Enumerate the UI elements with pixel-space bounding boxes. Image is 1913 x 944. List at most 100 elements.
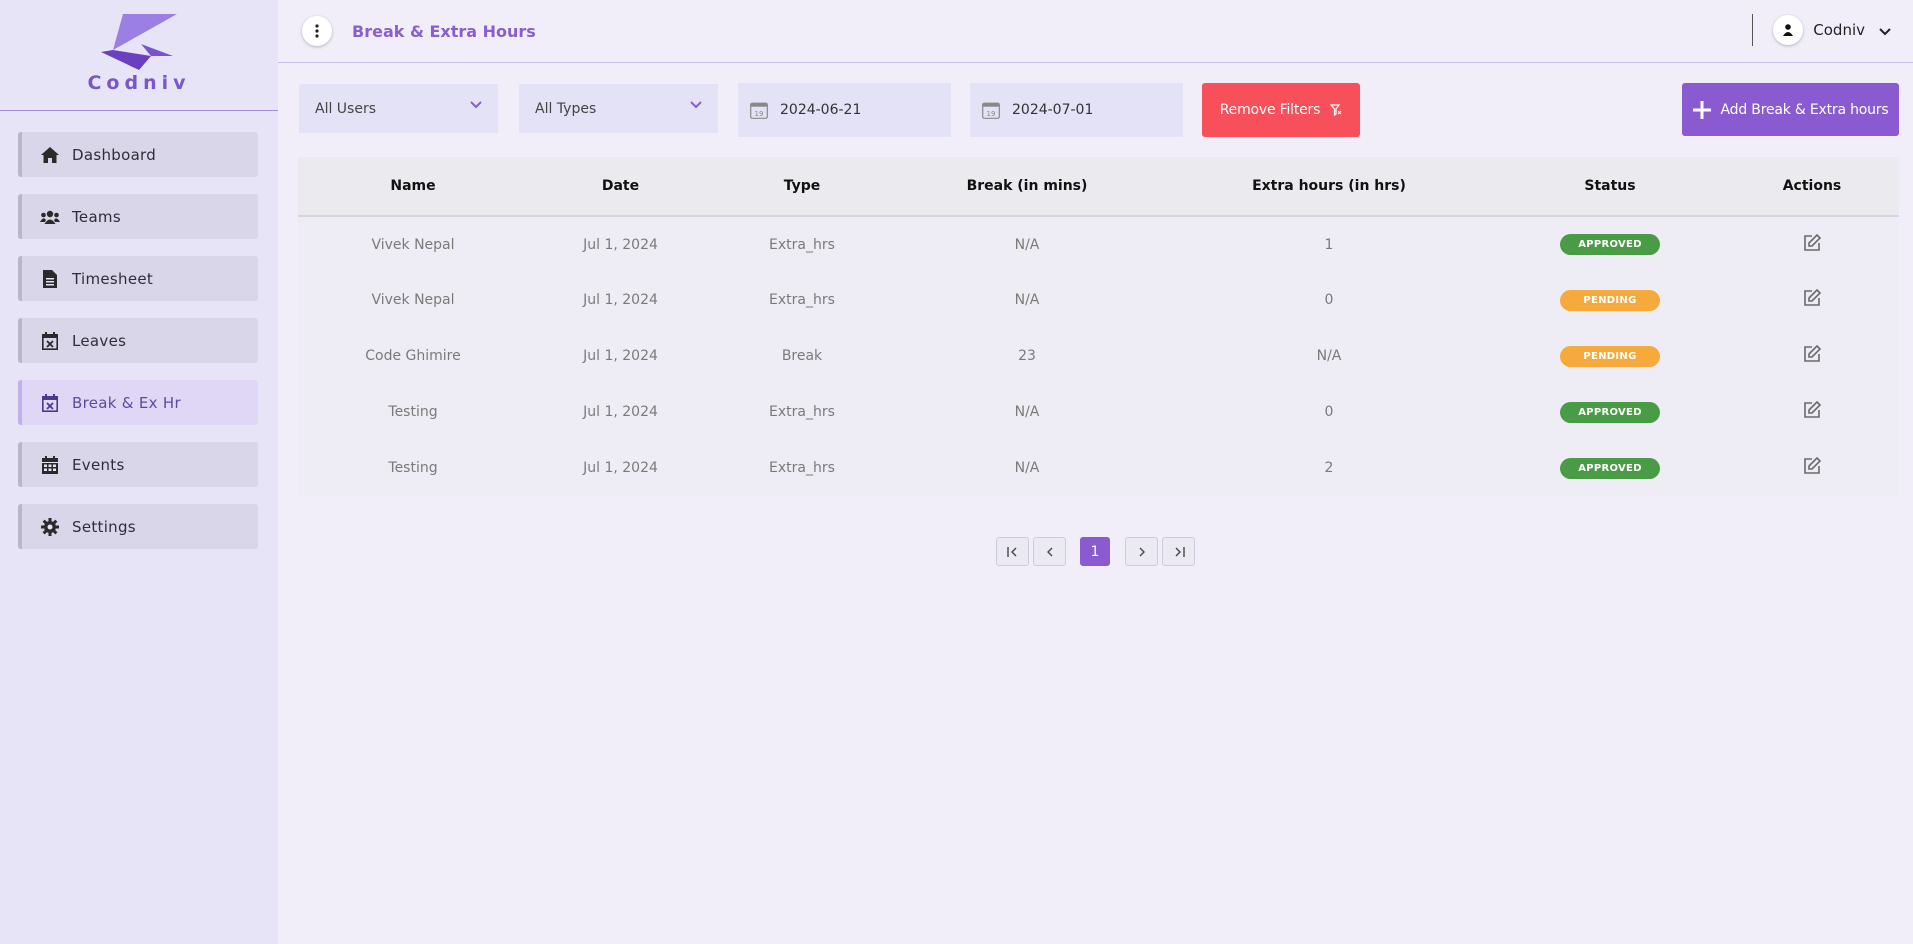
edit-icon[interactable] — [1803, 289, 1821, 307]
last-page-icon — [1175, 546, 1185, 557]
sidebar-item-events[interactable]: Events — [18, 442, 258, 487]
table-row: Vivek Nepal Jul 1, 2024 Extra_hrs N/A 0 … — [298, 272, 1899, 328]
svg-text:19: 19 — [755, 110, 764, 118]
status-badge: PENDING — [1560, 289, 1660, 311]
first-page-button[interactable] — [996, 537, 1029, 566]
chevron-right-icon — [1139, 547, 1145, 556]
end-date-input[interactable]: 19 2024-07-01 — [970, 83, 1183, 137]
table-row: Code Ghimire Jul 1, 2024 Break 23 N/A PE… — [298, 328, 1899, 384]
sidebar-item-leaves[interactable]: Leaves — [18, 318, 258, 363]
table-row: Testing Jul 1, 2024 Extra_hrs N/A 0 APPR… — [298, 384, 1899, 440]
edit-icon[interactable] — [1803, 233, 1821, 252]
user-name[interactable]: Codniv — [1813, 21, 1865, 39]
top-header: Break & Extra Hours Codniv — [278, 0, 1913, 63]
status-badge: APPROVED — [1560, 234, 1660, 255]
chevron-down-icon[interactable] — [1879, 21, 1891, 40]
user-icon — [1783, 24, 1794, 36]
page-number-button[interactable]: 1 — [1080, 537, 1110, 566]
calendar-x-icon — [40, 331, 60, 351]
page-title: Break & Extra Hours — [352, 21, 536, 41]
cell-date: Jul 1, 2024 — [583, 404, 658, 420]
table-row: Vivek Nepal Jul 1, 2024 Extra_hrs N/A 1 … — [298, 216, 1899, 272]
column-header[interactable]: Type — [713, 157, 891, 216]
sidebar-item-break-ex-hr[interactable]: Break & Ex Hr — [18, 380, 258, 425]
sidebar-item-label: Teams — [72, 207, 121, 226]
calendar-icon — [40, 455, 60, 475]
column-header[interactable]: Extra hours (in hrs) — [1163, 157, 1495, 216]
end-date-value: 2024-07-01 — [1012, 102, 1094, 118]
edit-icon[interactable] — [1803, 345, 1821, 363]
kebab-icon — [315, 24, 319, 38]
start-date-input[interactable]: 19 2024-06-21 — [738, 83, 951, 137]
cell-extra: 0 — [1324, 404, 1334, 420]
sidebar: Codniv Dashboard Teams Timesheet Leaves — [0, 0, 278, 944]
cell-break: N/A — [1014, 404, 1040, 420]
calendar-x-icon — [40, 393, 60, 413]
column-header[interactable]: Status — [1495, 157, 1725, 216]
sidebar-item-label: Events — [72, 455, 125, 474]
add-break-extra-label: Add Break & Extra hours — [1720, 101, 1889, 118]
add-break-extra-button[interactable]: Add Break & Extra hours — [1682, 83, 1899, 136]
remove-filters-button[interactable]: Remove Filters — [1202, 83, 1360, 137]
table-header-row: Name Date Type Break (in mins) Extra hou… — [298, 157, 1899, 216]
next-page-button[interactable] — [1125, 537, 1158, 566]
cell-name: Vivek Nepal — [371, 236, 455, 253]
column-header[interactable]: Break (in mins) — [891, 157, 1163, 216]
sidebar-item-dashboard[interactable]: Dashboard — [18, 132, 258, 177]
type-select[interactable]: All Types — [519, 84, 718, 133]
prev-page-button[interactable] — [1033, 537, 1066, 566]
column-header[interactable]: Date — [528, 157, 713, 216]
first-page-icon — [1006, 546, 1016, 557]
last-page-button[interactable] — [1162, 537, 1195, 566]
cell-name: Code Ghimire — [365, 348, 461, 364]
gear-icon — [40, 517, 60, 537]
sidebar-item-settings[interactable]: Settings — [18, 504, 258, 549]
cell-date: Jul 1, 2024 — [583, 292, 658, 308]
brand-name: Codniv — [87, 72, 191, 94]
user-menu: Codniv — [1752, 14, 1891, 46]
break-extra-table: Name Date Type Break (in mins) Extra hou… — [298, 157, 1899, 496]
sidebar-item-label: Settings — [72, 517, 136, 536]
cell-type: Extra_hrs — [769, 236, 835, 253]
brand: Codniv — [0, 0, 278, 111]
user-select-value: All Users — [315, 100, 377, 117]
sidebar-item-label: Leaves — [72, 331, 127, 350]
cell-break: N/A — [1014, 460, 1040, 476]
status-badge: APPROVED — [1560, 401, 1660, 423]
cell-name: Testing — [388, 460, 438, 476]
users-icon — [40, 207, 60, 227]
cell-break: N/A — [1014, 292, 1040, 308]
calendar-icon: 19 — [750, 102, 768, 119]
status-badge: PENDING — [1560, 345, 1660, 367]
edit-icon[interactable] — [1803, 457, 1821, 475]
plus-icon — [1692, 100, 1711, 119]
avatar[interactable] — [1773, 15, 1804, 45]
sidebar-item-label: Break & Ex Hr — [72, 393, 181, 412]
type-select-value: All Types — [535, 100, 597, 117]
cell-type: Extra_hrs — [769, 292, 835, 308]
sidebar-item-label: Timesheet — [72, 269, 154, 288]
header-divider — [1752, 14, 1754, 46]
cell-type: Break — [781, 348, 823, 364]
cell-type: Extra_hrs — [769, 460, 835, 476]
sidebar-item-timesheet[interactable]: Timesheet — [18, 256, 258, 301]
cell-extra: N/A — [1316, 348, 1342, 364]
filter-off-icon — [1330, 104, 1342, 116]
cell-extra: 1 — [1324, 236, 1334, 253]
column-header[interactable]: Name — [298, 157, 528, 216]
cell-name: Vivek Nepal — [371, 292, 455, 308]
edit-icon[interactable] — [1803, 401, 1821, 419]
more-menu-button[interactable] — [302, 16, 332, 46]
cell-date: Jul 1, 2024 — [583, 236, 658, 253]
cell-extra: 2 — [1324, 460, 1334, 476]
chevron-down-icon — [690, 101, 702, 109]
home-icon — [40, 145, 60, 165]
sidebar-item-label: Dashboard — [72, 145, 157, 164]
user-select[interactable]: All Users — [299, 84, 498, 133]
sidebar-item-teams[interactable]: Teams — [18, 194, 258, 239]
cell-date: Jul 1, 2024 — [583, 460, 658, 476]
cell-type: Extra_hrs — [769, 404, 835, 420]
file-icon — [40, 269, 60, 289]
codniv-logo-icon — [101, 14, 177, 70]
calendar-icon: 19 — [982, 102, 1000, 119]
